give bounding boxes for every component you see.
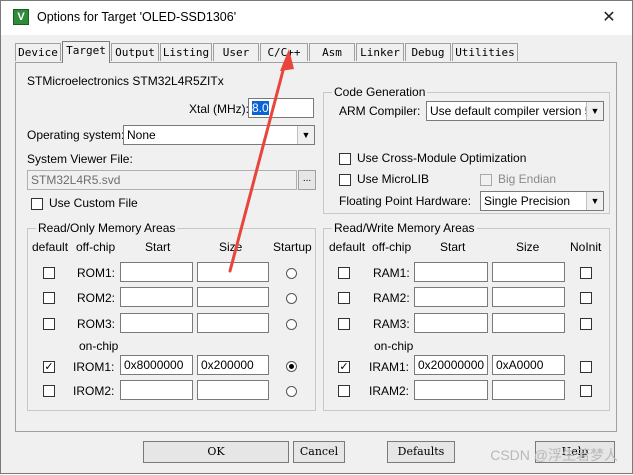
annotation-arrow-icon <box>228 49 294 273</box>
tab-target[interactable]: Target <box>62 41 110 63</box>
options-dialog: V Options for Target 'OLED-SSD1306' ✕ De… <box>0 0 633 474</box>
